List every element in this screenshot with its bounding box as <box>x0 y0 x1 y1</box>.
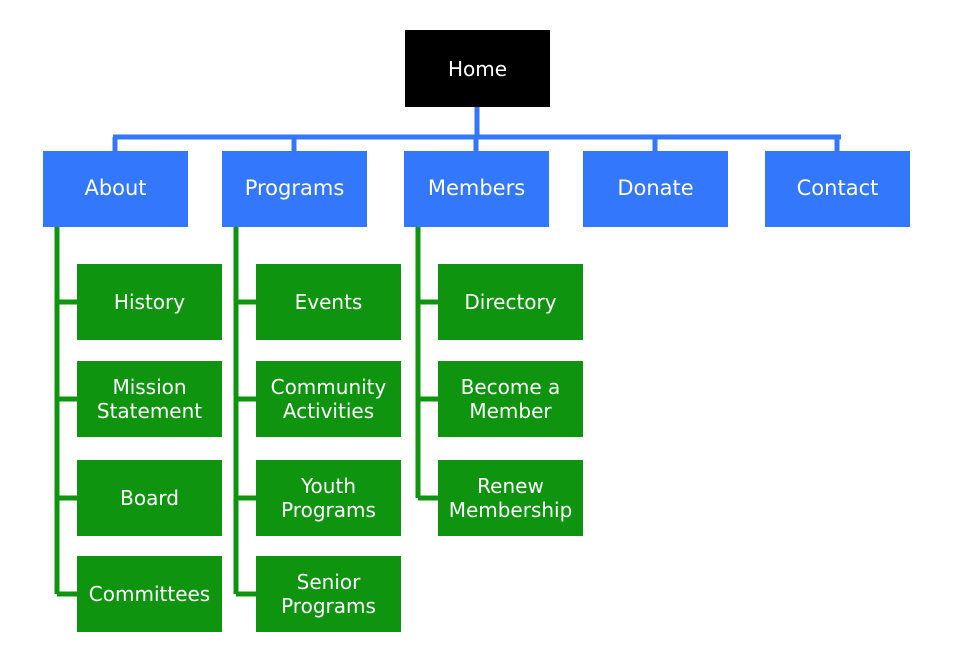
node-programs: Programs <box>222 151 367 227</box>
node-senior-programs: Senior Programs <box>256 556 401 632</box>
node-history: History <box>77 264 222 340</box>
sitemap-diagram: Home About History Mission Statement Board C… <box>0 0 974 668</box>
node-community-activities: Community Activities <box>256 361 401 437</box>
node-committees: Committees <box>77 556 222 632</box>
node-events: Events <box>256 264 401 340</box>
node-youth-programs: Youth Programs <box>256 460 401 536</box>
node-donate: Donate <box>583 151 728 227</box>
node-members: Members <box>404 151 549 227</box>
node-directory: Directory <box>438 264 583 340</box>
node-mission-statement: Mission Statement <box>77 361 222 437</box>
node-renew-membership: Renew Membership <box>438 460 583 536</box>
node-home: Home <box>405 30 550 107</box>
node-become-a-member: Become a Member <box>438 361 583 437</box>
node-contact: Contact <box>765 151 910 227</box>
node-about: About <box>43 151 188 227</box>
node-board: Board <box>77 460 222 536</box>
